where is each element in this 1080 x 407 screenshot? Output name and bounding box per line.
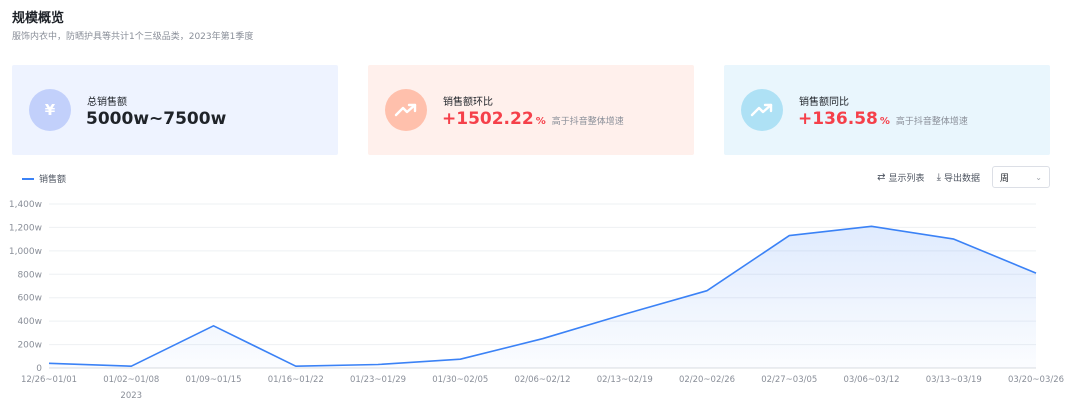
x-tick-label: 02/06~02/12 <box>514 375 570 385</box>
card-value: 5000w~7500w <box>86 109 227 129</box>
card-sales-yoy: 销售额同比 +136.58% 高于抖音整体增速 <box>724 65 1050 155</box>
x-axis-ticks: 12/26~01/01 01/02~01/08 01/09~01/15 01/16~0… <box>21 375 1064 385</box>
sales-area-chart: 0 200w 400w 600w 800w 1,000w 1,200w 1,400w 12/2… <box>9 200 1064 401</box>
export-icon: ⤓ <box>936 171 941 183</box>
show-list-button[interactable]: ⇄ 显示列表 <box>877 171 924 184</box>
card-note: 高于抖音整体增速 <box>895 117 968 127</box>
card-label: 销售额同比 <box>799 97 849 108</box>
y-tick-label: 800w <box>17 270 42 280</box>
x-tick-label: 01/23~01/29 <box>350 375 406 385</box>
legend-line-swatch <box>22 177 34 180</box>
header: 规模概览 服饰内衣中，防晒护具等共计1个三级品类，2023年第1季度 <box>12 10 253 43</box>
x-tick-label: 03/06~03/12 <box>843 375 899 385</box>
y-tick-label: 600w <box>17 294 42 304</box>
card-sales-mom: 销售额环比 +1502.22% 高于抖音整体增速 <box>368 65 694 155</box>
show-list-label: 显示列表 <box>888 173 925 184</box>
x-tick-label: 03/13~03/19 <box>926 375 982 385</box>
export-data-button[interactable]: ⤓ 导出数据 <box>937 171 980 184</box>
card-value: +136.58% 高于抖音整体增速 <box>798 109 968 129</box>
y-axis-ticks: 0 200w 400w 600w 800w 1,000w 1,200w 1,400w <box>9 200 42 374</box>
x-tick-label: 02/27~03/05 <box>761 375 817 385</box>
trend-up-icon <box>385 89 427 131</box>
y-tick-label: 200w <box>17 341 42 351</box>
series-area <box>49 226 1036 368</box>
card-value-unit: % <box>535 116 546 127</box>
x-tick-label: 03/20~03/26 <box>1008 375 1064 385</box>
x-tick-label: 01/16~01/22 <box>268 375 324 385</box>
card-value-number: +1502.22 <box>442 109 534 129</box>
chart-legend[interactable]: 销售额 <box>22 172 66 185</box>
x-tick-label: 12/26~01/01 <box>21 375 77 385</box>
x-tick-label: 01/30~02/05 <box>432 375 488 385</box>
x-tick-label: 01/02~01/08 <box>103 375 159 385</box>
card-label: 销售额环比 <box>443 97 493 108</box>
export-label: 导出数据 <box>943 173 980 184</box>
x-axis-year-label: 2023 <box>120 391 142 401</box>
swap-icon: ⇄ <box>877 171 886 183</box>
y-tick-label: 1,200w <box>9 223 42 233</box>
card-value: +1502.22% 高于抖音整体增速 <box>442 109 624 129</box>
y-tick-label: 0 <box>36 364 42 374</box>
chart-toolbar: ⇄ 显示列表 ⤓ 导出数据 周 ⌄ <box>865 166 1050 188</box>
x-tick-label: 02/13~02/19 <box>597 375 653 385</box>
summary-cards: ¥ 总销售额 5000w~7500w 销售额环比 +1502.22% 高于抖音整体… <box>12 65 1052 155</box>
period-select[interactable]: 周 ⌄ <box>992 166 1050 188</box>
card-value-unit: % <box>879 116 890 127</box>
card-label: 总销售额 <box>87 97 127 108</box>
x-tick-label: 02/20~02/26 <box>679 375 735 385</box>
x-tick-label: 01/09~01/15 <box>185 375 241 385</box>
yuan-icon: ¥ <box>29 89 71 131</box>
card-total-sales: ¥ 总销售额 5000w~7500w <box>12 65 338 155</box>
card-note: 高于抖音整体增速 <box>551 117 624 127</box>
y-tick-label: 1,000w <box>9 247 42 257</box>
legend-label: 销售额 <box>39 175 67 185</box>
page-subtitle: 服饰内衣中，防晒护具等共计1个三级品类，2023年第1季度 <box>12 32 254 42</box>
y-tick-label: 1,400w <box>9 200 42 210</box>
period-value: 周 <box>1000 173 1010 184</box>
chevron-down-icon: ⌄ <box>1035 172 1042 182</box>
y-tick-label: 400w <box>17 317 42 327</box>
trend-up-icon <box>741 89 783 131</box>
page-title: 规模概览 <box>12 11 65 26</box>
card-value-number: +136.58 <box>798 109 878 129</box>
